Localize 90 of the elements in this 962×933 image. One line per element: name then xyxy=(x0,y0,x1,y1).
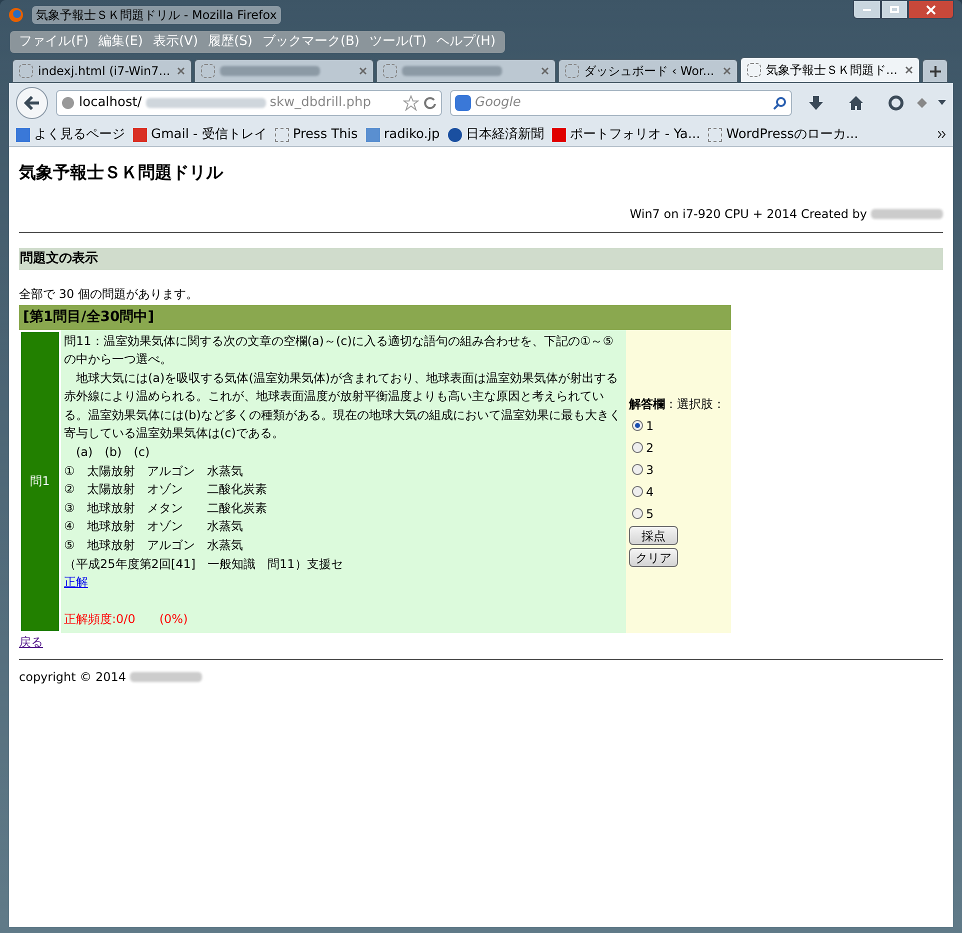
option-label: 4 xyxy=(646,484,654,501)
radio-button[interactable] xyxy=(632,442,643,454)
close-icon xyxy=(926,4,936,14)
section-heading: 問題文の表示 xyxy=(19,248,943,270)
answer-label: 解答欄：選択肢： xyxy=(629,396,726,414)
minimize-button[interactable] xyxy=(853,0,881,19)
tab[interactable]: indexj.html (i7-Win7... xyxy=(12,59,192,83)
bookmark-item[interactable]: Gmail - 受信トレイ xyxy=(133,124,267,144)
radio-button[interactable] xyxy=(632,464,643,476)
close-button[interactable] xyxy=(908,0,954,19)
back-button[interactable] xyxy=(16,87,48,119)
address-field[interactable]: localhost/ skw_dbdrill.php xyxy=(56,90,442,116)
page-icon xyxy=(383,64,397,78)
search-placeholder: Google xyxy=(475,94,521,112)
answer-link[interactable]: 正解 xyxy=(64,573,623,592)
search-field[interactable]: Google xyxy=(450,90,792,116)
bookmark-icon xyxy=(552,128,566,142)
copyright-text: copyright © 2014 xyxy=(19,668,126,686)
page-icon xyxy=(747,63,761,77)
question-text: 地球大気には(a)を吸収する気体(温室効果気体)が含まれており、地球表面は温室効果気体が射出する赤外線により温められる。これが、地球表面温度が放射平衡温度よりも高い主な原因と考えられている。温室効果気体には(b)など多くの種類がある。現在の地球大気の組成において温室効果に最も大きく寄与している温室効果気体は(c)である。 xyxy=(64,370,622,442)
url-text: localhost/ xyxy=(79,94,142,112)
question-text: ① 太陽放射 アルゴン 水蒸気 xyxy=(64,462,244,480)
tab-label: 気象予報士ＳＫ問題ド... xyxy=(766,62,898,79)
option-label: 1 xyxy=(646,418,654,435)
maximize-button[interactable] xyxy=(881,0,908,19)
bookmark-icon xyxy=(16,128,30,142)
new-tab-button[interactable] xyxy=(922,59,948,83)
bookmark-icon xyxy=(448,128,462,142)
question-number-cell: 問1 xyxy=(19,330,61,633)
tab[interactable] xyxy=(194,59,374,83)
close-tab-icon[interactable] xyxy=(177,67,185,75)
close-tab-icon[interactable] xyxy=(359,67,367,75)
form-button[interactable]: 採点 xyxy=(629,526,678,546)
overflow-chevron-icon[interactable] xyxy=(938,131,946,138)
question-text: 問11：温室効果気体に関する次の文章の空欄(a)～(c)に入る適切な語句の組み合わせを、下記の①～⑤の中から一つ選べ。 xyxy=(64,332,614,368)
bookmark-item[interactable]: 日本経済新聞 xyxy=(448,124,544,144)
bookmark-item[interactable]: よく見るページ xyxy=(16,124,125,144)
close-tab-icon[interactable] xyxy=(541,67,549,75)
tab[interactable]: ダッシュボード ‹ Wor... xyxy=(558,59,738,83)
question-text: (a) (b) (c) xyxy=(75,444,151,462)
tab-label: ダッシュボード ‹ Wor... xyxy=(584,63,714,80)
radio-button[interactable] xyxy=(632,508,643,520)
globe-icon xyxy=(61,96,75,110)
dropdown-icon[interactable] xyxy=(938,100,946,106)
close-tab-icon[interactable] xyxy=(723,67,731,75)
ring-icon[interactable] xyxy=(888,95,904,111)
reload-icon[interactable] xyxy=(423,96,437,110)
window-title: 気象予報士ＳＫ問題ドリル - Mozilla Firefox xyxy=(32,6,281,24)
blurred-text xyxy=(871,208,943,218)
bookmark-item[interactable]: radiko.jp xyxy=(366,124,440,144)
page-icon xyxy=(274,128,289,142)
question-text: ④ 地球放射 オゾン 水蒸気 xyxy=(64,518,244,536)
page-icon xyxy=(565,64,579,78)
question-text: ③ 地球放射 メタン 二酸化炭素 xyxy=(64,500,268,517)
question-header: [第1問目/全30問中] xyxy=(19,304,731,330)
close-tab-icon[interactable] xyxy=(905,66,913,74)
bookmark-icon xyxy=(366,128,380,142)
option-label: 3 xyxy=(646,462,654,479)
radio-button[interactable] xyxy=(632,486,643,498)
page-icon xyxy=(201,64,215,78)
bookmark-item[interactable]: ポートフォリオ - Ya... xyxy=(552,124,700,144)
star-icon xyxy=(403,95,419,111)
download-icon[interactable] xyxy=(808,95,824,111)
tab-label: indexj.html (i7-Win7... xyxy=(38,63,170,80)
page-icon xyxy=(708,128,722,142)
bookmark-item[interactable]: Press This xyxy=(274,124,358,144)
bookmark-icon xyxy=(133,128,147,142)
firefox-logo-icon xyxy=(8,7,24,23)
page-icon xyxy=(19,64,33,78)
question-text: ② 太陽放射 オゾン 二酸化炭素 xyxy=(64,481,268,498)
tab[interactable]: 気象予報士ＳＫ問題ド... xyxy=(740,57,920,83)
credit-text: Win7 on i7-920 CPU + 2014 Created by xyxy=(630,206,867,222)
question-text: ⑤ 地球放射 アルゴン 水蒸気 xyxy=(64,537,244,554)
home-icon[interactable] xyxy=(848,95,864,111)
url-text: skw_dbdrill.php xyxy=(270,94,371,112)
radio-button[interactable] xyxy=(632,420,643,432)
option-label: 5 xyxy=(646,506,654,523)
bookmark-item[interactable]: WordPressのローカ... xyxy=(708,124,858,144)
count-text: 全部で 30 個の問題があります。 xyxy=(19,286,199,302)
question-text: （平成25年度第2回[41] 一般知識 問11）支援セ xyxy=(64,556,344,573)
tab[interactable] xyxy=(376,59,556,83)
score-text: 正解頻度:0/0 (0%) xyxy=(64,611,189,628)
back-arrow-icon xyxy=(24,96,40,110)
back-link[interactable]: 戻る xyxy=(19,635,43,649)
search-icon[interactable] xyxy=(773,96,787,110)
page-title: 気象予報士ＳＫ問題ドリル xyxy=(19,162,224,185)
google-logo-icon xyxy=(455,95,471,111)
form-button[interactable]: クリア xyxy=(629,548,678,568)
plus-icon xyxy=(930,66,940,76)
option-label: 2 xyxy=(646,440,654,457)
